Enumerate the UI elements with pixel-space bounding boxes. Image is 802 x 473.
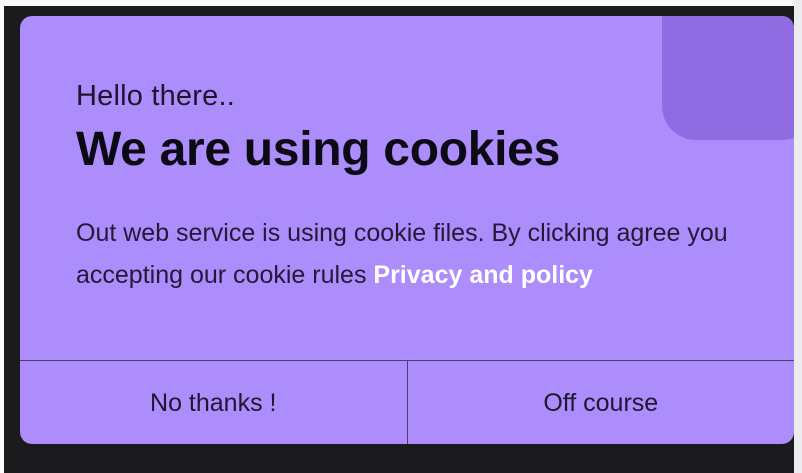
dialog-message: Out web service is using cookie files. B…: [76, 212, 756, 296]
dialog-actions: No thanks ! Off course: [20, 360, 794, 444]
privacy-policy-link[interactable]: Privacy and policy: [373, 261, 593, 289]
dialog-title: We are using cookies: [76, 123, 560, 176]
right-edge: [794, 0, 802, 473]
decorative-corner-shape: [662, 16, 794, 140]
cookie-consent-dialog: Hello there.. We are using cookies Out w…: [20, 16, 794, 444]
no-thanks-button[interactable]: No thanks !: [20, 361, 408, 444]
screen: Hello there.. We are using cookies Out w…: [0, 0, 802, 473]
dialog-greeting: Hello there..: [76, 80, 235, 112]
top-edge: [0, 0, 802, 6]
accept-button[interactable]: Off course: [408, 361, 795, 444]
left-edge: [0, 0, 4, 473]
